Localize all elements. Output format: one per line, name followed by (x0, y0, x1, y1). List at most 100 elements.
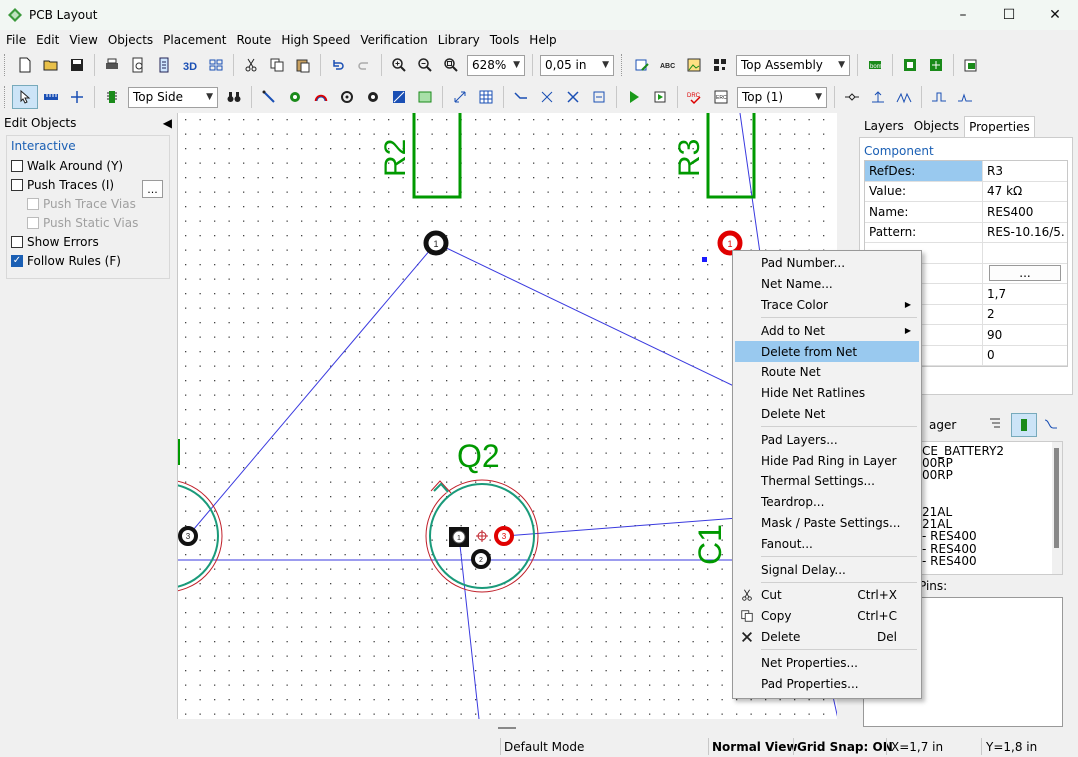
menu-item-thermal-settings[interactable]: Thermal Settings... (735, 471, 919, 492)
walk-around-settings-button[interactable]: ... (142, 180, 163, 198)
toolbar-grip[interactable] (4, 86, 8, 108)
via-tool-button[interactable] (334, 85, 360, 109)
menu-item-hide-net-ratlines[interactable]: Hide Net Ratlines (735, 383, 919, 404)
scroll-thumb[interactable] (498, 726, 516, 729)
menu-item-hide-pad-ring[interactable]: Hide Pad Ring in Layer (735, 450, 919, 471)
unroute-button[interactable] (560, 85, 586, 109)
menu-item-delete[interactable]: Delete Del (735, 627, 919, 648)
menu-high-speed[interactable]: High Speed (276, 31, 355, 49)
signal-button-1[interactable] (926, 85, 952, 109)
image-button[interactable] (681, 53, 707, 77)
view-combo[interactable]: Top Assembly ▼ (736, 54, 850, 76)
panelize-button[interactable] (203, 53, 229, 77)
property-more-button[interactable]: ... (989, 265, 1061, 282)
fanout-button[interactable] (534, 85, 560, 109)
menu-item-delete-net[interactable]: Delete Net (735, 404, 919, 425)
drc-button[interactable]: DRC (682, 85, 708, 109)
menu-item-net-name[interactable]: Net Name... (735, 274, 919, 295)
trace-tool-button[interactable] (256, 85, 282, 109)
property-value[interactable]: 47 kΩ (983, 184, 1067, 198)
menu-item-signal-delay[interactable]: Signal Delay... (735, 559, 919, 580)
netlist-button[interactable] (897, 53, 923, 77)
text-button[interactable]: ABC (655, 53, 681, 77)
menu-item-fanout[interactable]: Fanout... (735, 533, 919, 554)
manager-filter-icon[interactable] (987, 416, 1005, 434)
menu-item-pad-properties[interactable]: Pad Properties... (735, 673, 919, 694)
run-drc-button[interactable] (621, 85, 647, 109)
checkbox[interactable] (11, 235, 23, 248)
menu-item-net-properties[interactable]: Net Properties... (735, 652, 919, 673)
pad-r2-1[interactable]: 1 (423, 230, 449, 256)
erc-button[interactable]: ERC (708, 85, 734, 109)
manager-components-icon[interactable] (1011, 413, 1037, 437)
dimension-tool-button[interactable] (447, 85, 473, 109)
report-button[interactable] (151, 53, 177, 77)
checkbox-checked[interactable]: ✓ (11, 254, 23, 267)
grid-size-combo[interactable]: 0,05 in ▼ (540, 54, 614, 76)
select-tool-button[interactable] (12, 85, 38, 109)
menu-item-copy[interactable]: Copy Ctrl+C (735, 606, 919, 627)
walk-around-option[interactable]: Walk Around (Y) (7, 156, 169, 175)
menu-item-teardrop[interactable]: Teardrop... (735, 492, 919, 513)
menu-objects[interactable]: Objects (103, 31, 158, 49)
pad-tool-button[interactable] (282, 85, 308, 109)
print-button[interactable] (99, 53, 125, 77)
menu-item-pad-layers[interactable]: Pad Layers... (735, 429, 919, 450)
toolbar-grip[interactable] (621, 54, 625, 76)
collapse-arrow-icon[interactable]: ◀ (163, 116, 172, 130)
copy-button[interactable] (264, 53, 290, 77)
zoom-fit-button[interactable] (438, 53, 464, 77)
menu-item-pad-number[interactable]: Pad Number... (735, 253, 919, 274)
property-value[interactable]: 2 (983, 307, 1067, 321)
menu-route[interactable]: Route (231, 31, 276, 49)
menu-verification[interactable]: Verification (355, 31, 432, 49)
qr-code-button[interactable] (707, 53, 733, 77)
manager-nets-icon[interactable] (1043, 416, 1061, 434)
checkbox[interactable] (11, 178, 23, 191)
menu-item-route-net[interactable]: Route Net (735, 362, 919, 383)
tab-objects[interactable]: Objects (909, 115, 964, 137)
place-component-button[interactable] (99, 85, 125, 109)
property-row[interactable]: RefDes: R3 (865, 161, 1067, 182)
cut-button[interactable] (238, 53, 264, 77)
zoom-combo[interactable]: 628% ▼ (467, 54, 525, 76)
save-button[interactable] (64, 53, 90, 77)
zoom-in-button[interactable] (386, 53, 412, 77)
origin-tool-button[interactable] (64, 85, 90, 109)
layer-combo[interactable]: Top (1) ▼ (737, 86, 827, 108)
property-value[interactable]: 90 (983, 328, 1067, 342)
run-report-button[interactable] (647, 85, 673, 109)
menu-help[interactable]: Help (524, 31, 561, 49)
toolbar-grip[interactable] (4, 54, 8, 76)
component-properties-button[interactable] (629, 53, 655, 77)
menu-item-mask-paste-settings[interactable]: Mask / Paste Settings... (735, 513, 919, 534)
property-value[interactable]: 1,7 (983, 287, 1067, 301)
high-speed-button-2[interactable] (865, 85, 891, 109)
route-button[interactable] (508, 85, 534, 109)
menu-item-cut[interactable]: Cut Ctrl+X (735, 585, 919, 606)
measure-tool-button[interactable] (38, 85, 64, 109)
property-row[interactable]: Name: RES400 (865, 202, 1067, 223)
follow-rules-option[interactable]: ✓ Follow Rules (F) (7, 251, 169, 270)
gerber-button[interactable] (923, 53, 949, 77)
print-preview-button[interactable] (125, 53, 151, 77)
3d-view-button[interactable]: 3D (177, 53, 203, 77)
high-speed-button-1[interactable] (839, 85, 865, 109)
pad-q2-3[interactable]: 3 (494, 526, 514, 546)
menu-item-delete-from-net[interactable]: Delete from Net (735, 341, 919, 362)
arc-tool-button[interactable] (308, 85, 334, 109)
bom-button[interactable]: bom (862, 53, 888, 77)
property-row[interactable]: Pattern: RES-10.16/5. (865, 222, 1067, 243)
autoroute-button[interactable] (586, 85, 612, 109)
menu-edit[interactable]: Edit (31, 31, 64, 49)
minimize-button[interactable]: – (940, 0, 986, 30)
menu-placement[interactable]: Placement (158, 31, 231, 49)
property-row[interactable]: Value: 47 kΩ (865, 181, 1067, 202)
find-button[interactable] (221, 85, 247, 109)
pad-q2-1[interactable]: 1 (449, 527, 469, 547)
redo-button[interactable] (351, 53, 377, 77)
high-speed-button-3[interactable] (891, 85, 917, 109)
property-value[interactable]: 0 (983, 348, 1067, 362)
side-combo[interactable]: Top Side ▼ (128, 86, 218, 108)
maximize-button[interactable]: ☐ (986, 0, 1032, 30)
